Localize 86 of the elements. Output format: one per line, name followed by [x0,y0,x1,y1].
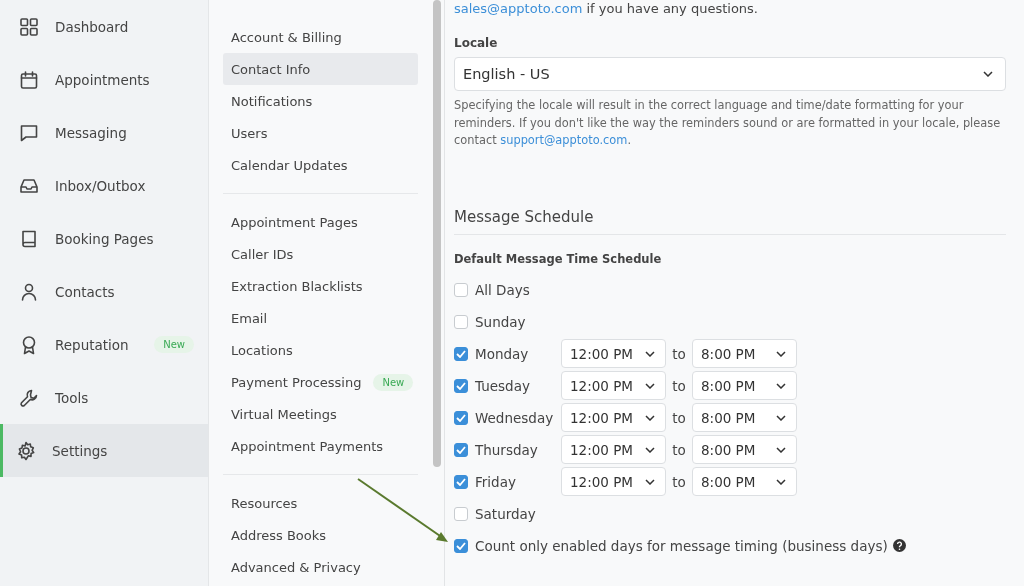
settings-menu-item[interactable]: Account & Billing [223,21,418,53]
checkbox[interactable] [454,442,468,457]
wrench-icon [19,387,39,408]
start-time-select[interactable]: 12:00 PM [561,467,666,496]
chevron-icon [776,478,786,485]
settings-menu-item[interactable]: Advanced & Privacy [223,551,418,583]
checkbox[interactable] [454,410,468,425]
section-heading: Message Schedule [454,207,1006,235]
end-time-select[interactable]: 8:00 PM [692,435,797,464]
checkbox[interactable] [454,314,468,329]
start-time-select[interactable]: 12:00 PM [561,339,666,368]
day-label: Wednesday [475,409,554,426]
new-badge: New [373,373,414,391]
nav-item[interactable]: Appointments [0,53,208,106]
settings-menu-item[interactable]: Payment Processing New [223,366,418,398]
settings-menu-item[interactable]: Email [223,302,418,334]
checkbox[interactable] [454,346,468,361]
nav-item[interactable]: Dashboard [0,0,208,53]
to-label: to [671,377,687,394]
nav-item[interactable]: Settings [0,424,208,477]
locale-label: Locale [454,36,499,50]
to-label: to [671,441,687,458]
settings-menu-item[interactable]: Appointment Pages [223,206,418,238]
chevron-icon [645,446,655,453]
chevron-icon [776,446,786,453]
nav-item[interactable]: Booking Pages [0,212,208,265]
day-label: Thursday [475,441,538,458]
settings-menu-item[interactable]: Resources [223,487,418,519]
day-label: Sunday [475,313,526,330]
settings-menu-item[interactable]: Caller IDs [223,238,418,270]
settings-menu-item[interactable]: Users [223,117,418,149]
end-time-select[interactable]: 8:00 PM [692,467,797,496]
person-icon [19,281,39,302]
checkbox[interactable] [454,282,468,297]
nav-item[interactable]: Reputation New [0,318,208,371]
book-icon [19,228,39,249]
nav-item[interactable]: Tools [0,371,208,424]
day-label: Saturday [475,505,536,522]
chevron-icon [645,382,655,389]
to-label: to [671,409,687,426]
chevron-icon [776,382,786,389]
business-days-label: Count only enabled days for message timing (business days) [475,537,888,554]
day-label: Tuesday [475,377,530,394]
start-time-select[interactable]: 12:00 PM [561,435,666,464]
chevron-icon [776,350,786,357]
chevron-icon [645,414,655,421]
end-time-select[interactable]: 8:00 PM [692,371,797,400]
nav-item[interactable]: Contacts [0,265,208,318]
settings-menu-item[interactable]: Address Books [223,519,418,551]
settings-menu-item[interactable]: Appointment Payments [223,430,418,462]
settings-menu-item[interactable]: Notifications [223,85,418,117]
nav-item[interactable]: Messaging [0,106,208,159]
scrollbar[interactable] [433,0,441,467]
settings-menu-item[interactable]: Calendar Updates [223,149,418,181]
chevron-icon [645,478,655,485]
start-time-select[interactable]: 12:00 PM [561,371,666,400]
settings-menu-item[interactable]: Virtual Meetings [223,398,418,430]
end-time-select[interactable]: 8:00 PM [692,403,797,432]
locale-select[interactable]: English - US [454,57,1006,91]
settings-menu-item[interactable]: Contact Info [223,53,418,85]
new-badge: New [154,336,194,353]
end-time-select[interactable]: 8:00 PM [692,339,797,368]
start-time-select[interactable]: 12:00 PM [561,403,666,432]
locale-help-text: Specifying the locale will result in the correct language and time/date formatting for your reminders. If you don't like the way the reminders sound or are formatted in your locale, please contact support@apptoto.com. [454,97,1002,149]
chevron-icon [776,414,786,421]
grid-icon [19,16,39,37]
nav-item[interactable]: Inbox/Outbox [0,159,208,212]
checkbox[interactable] [454,538,468,553]
checkbox[interactable] [454,378,468,393]
chevron-icon [983,71,993,77]
checkbox[interactable] [454,506,468,521]
settings-icon [16,440,36,461]
help-icon[interactable] [892,539,906,552]
day-label: All Days [475,281,530,298]
day-label: Friday [475,473,516,490]
chevron-icon [645,350,655,357]
to-label: to [671,345,687,362]
schedule-label: Default Message Time Schedule [454,251,663,266]
calendar-icon [19,69,39,90]
day-label: Monday [475,345,529,362]
chat-bubble-icon [19,122,39,143]
settings-menu-item[interactable]: Extraction Blacklists [223,270,418,302]
settings-menu-item[interactable]: Locations [223,334,418,366]
to-label: to [671,473,687,490]
contact-text: sales@apptoto.com if you have any questions. [454,0,759,18]
checkbox[interactable] [454,474,468,489]
